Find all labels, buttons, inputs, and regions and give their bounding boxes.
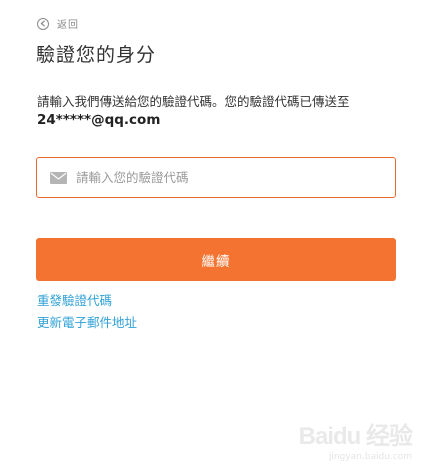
resend-code-link[interactable]: 重發驗證代碼 [37, 290, 112, 309]
mail-icon [50, 171, 67, 184]
instruction-text: 請輸入我們傳送給您的驗證代碼。您的驗證代碼已傳送至 [37, 94, 350, 109]
continue-button[interactable]: 繼續 [36, 238, 396, 281]
baidu-jingyan-watermark: Baidu 经验 jingyan.baidu.com [298, 416, 413, 462]
watermark-url: jingyan.baidu.com [328, 452, 412, 462]
verification-code-input[interactable] [76, 170, 376, 185]
masked-email: 24*****@qq.com [37, 112, 161, 128]
chevron-left-circle-icon [37, 17, 49, 30]
back-link[interactable]: 返回 [37, 16, 79, 31]
back-label: 返回 [57, 20, 79, 31]
update-email-link[interactable]: 更新電子郵件地址 [37, 312, 137, 331]
code-input-field[interactable] [36, 157, 396, 198]
page-title: 驗證您的身分 [36, 44, 157, 66]
watermark-brand: Baidu 经验 [298, 423, 413, 450]
